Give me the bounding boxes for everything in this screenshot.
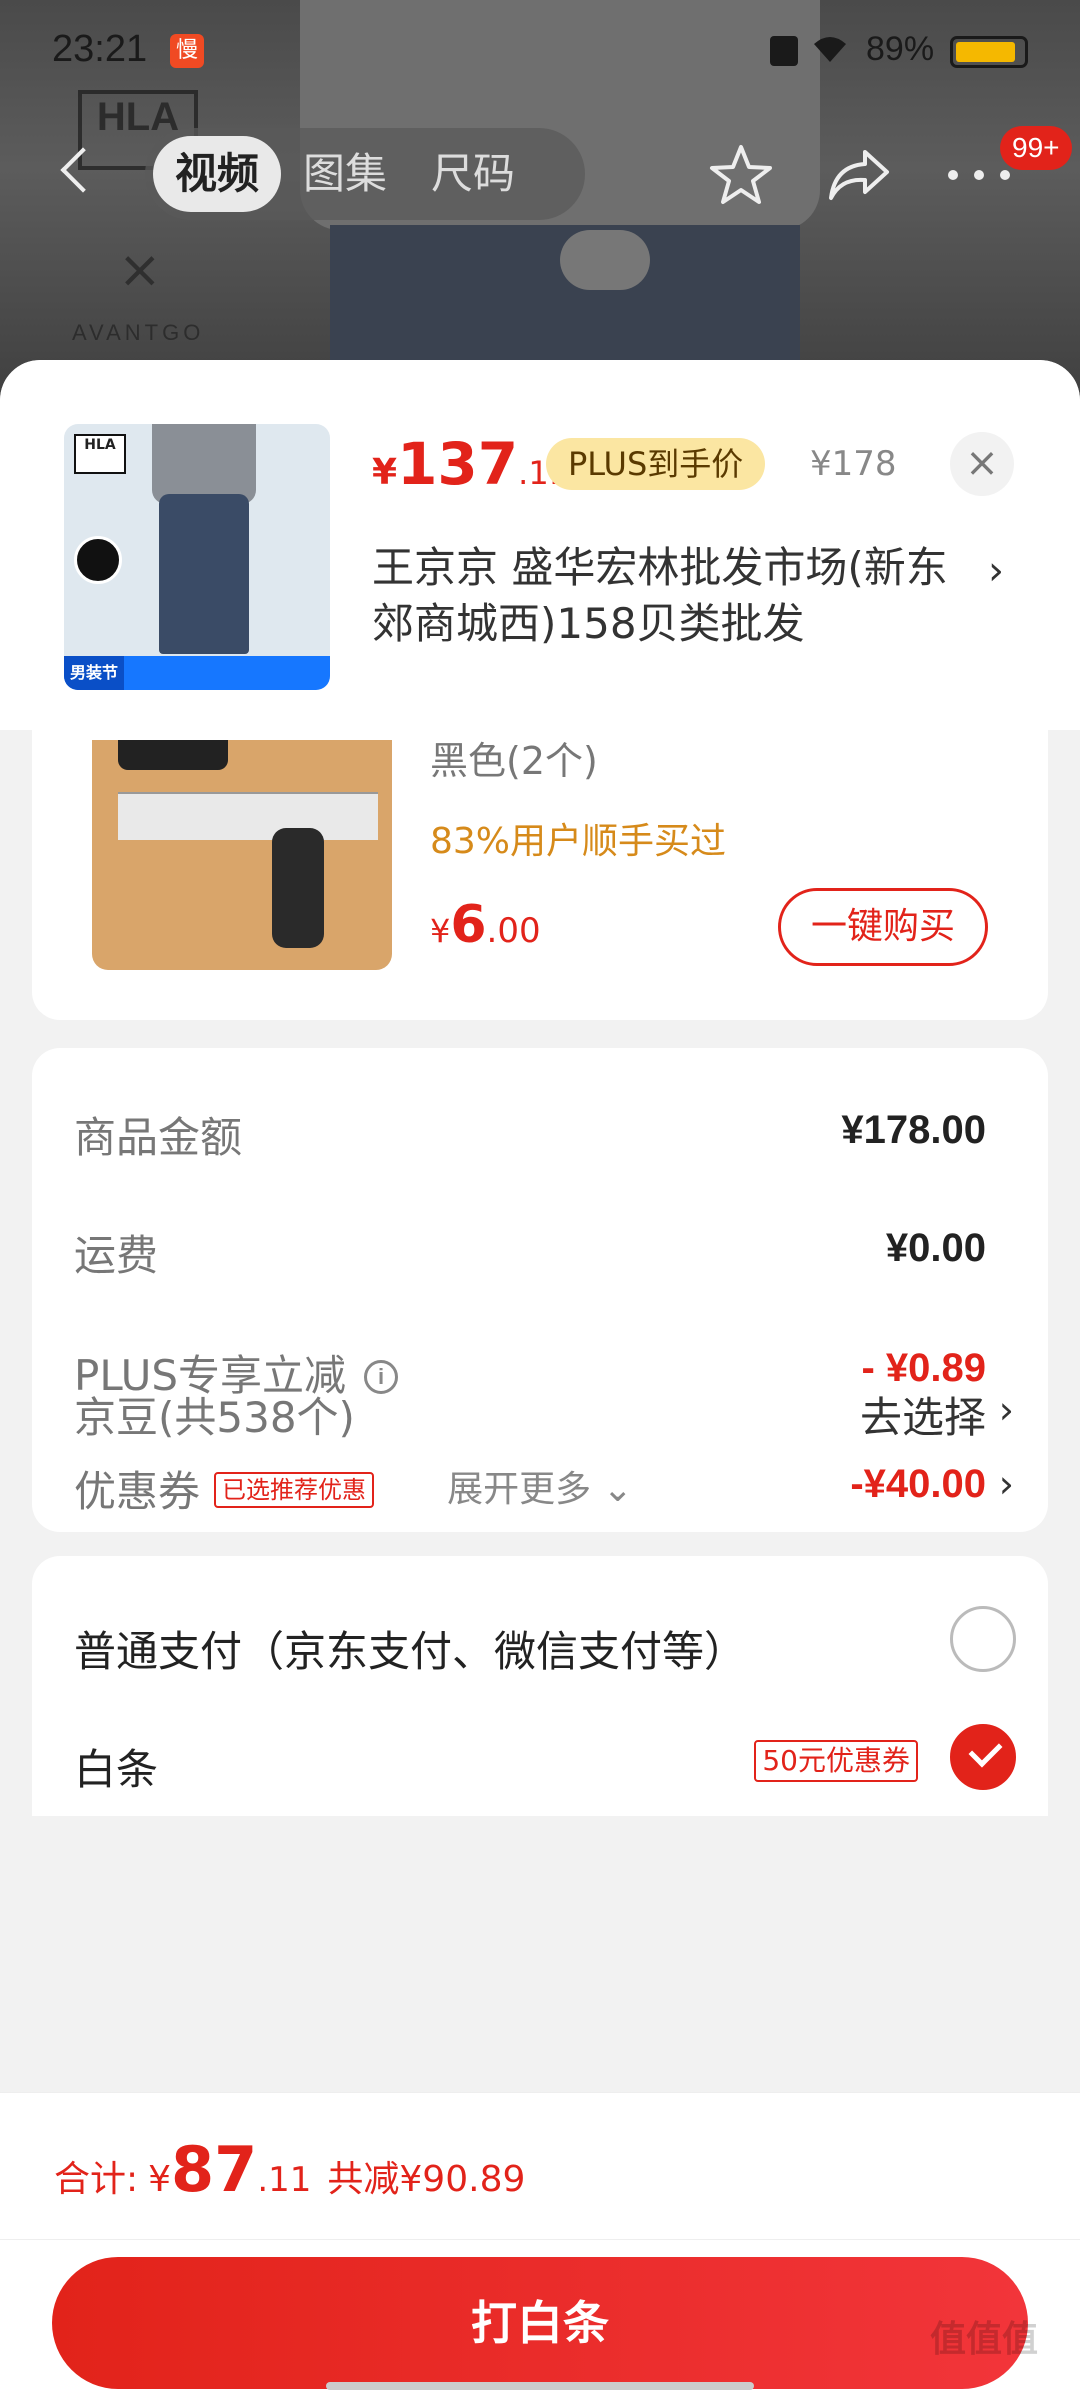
addon-buyers-text: 83%用户顺手买过	[430, 821, 727, 862]
chevron-right-icon[interactable]: ›	[988, 548, 1004, 594]
summary-value: ¥178.00	[841, 1108, 986, 1152]
addon-price-decimal: .00	[486, 911, 541, 951]
payment-radio-unchecked[interactable]	[950, 1606, 1016, 1672]
home-indicator[interactable]	[326, 2382, 754, 2390]
sheet-header: HLA 男装节 ¥137.11 PLUS到手价 ¥178 × 王京京 盛华宏林批…	[0, 360, 1080, 730]
addon-variant: 黑色(2个)	[430, 739, 598, 783]
back-button[interactable]	[55, 140, 95, 200]
status-time: 23:21	[52, 28, 148, 70]
addon-image-ruler	[118, 792, 378, 840]
thumbnail-badge-icon	[74, 536, 122, 584]
addon-price: ¥6.00	[430, 895, 541, 955]
total-saved: 共减¥90.89	[327, 2159, 526, 2200]
watermark: 值值值	[930, 2319, 1039, 2360]
total-label: 合计:	[54, 2159, 139, 2200]
summary-row-shipping: 运费 ¥0.00	[74, 1222, 1014, 1282]
addon-price-symbol: ¥	[430, 912, 451, 950]
total-decimal: .11	[257, 2160, 312, 2200]
addon-image-item	[118, 740, 228, 770]
expand-more-label: 展开更多	[447, 1469, 592, 1510]
summary-row-goods-amount: 商品金额 ¥178.00	[74, 1104, 1014, 1164]
brand-name: AVANTGO	[72, 320, 205, 345]
battery-percent: 89%	[866, 30, 935, 68]
checkout-bottom-bar: 合计: ¥87.11 共减¥90.89 打白条	[0, 2092, 1080, 2400]
baitiao-coupon-tag: 50元优惠券	[754, 1740, 918, 1782]
media-tab-bar: 视频 图集 尺码	[145, 128, 585, 220]
summary-label: 商品金额	[74, 1113, 243, 1162]
payment-radio-checked[interactable]	[950, 1724, 1016, 1790]
order-total: 合计: ¥87.11 共减¥90.89	[54, 2133, 525, 2206]
addon-price-integer: 6	[450, 895, 487, 955]
close-icon[interactable]: ×	[950, 432, 1014, 496]
chevron-down-icon: ⌄	[602, 1469, 633, 1510]
battery-level-fill	[956, 42, 1015, 62]
wifi-icon	[810, 32, 850, 74]
thumbnail-tag: 男装节	[64, 656, 125, 690]
original-price: ¥178	[810, 444, 897, 484]
summary-row-jd-beans[interactable]: 京豆(共538个) 去选择 ›	[74, 1384, 1014, 1444]
sim-icon	[770, 36, 798, 66]
thumbnail-logo: HLA	[74, 434, 126, 474]
chevron-right-icon[interactable]: ›	[999, 1388, 1014, 1432]
payment-method-card: 普通支付（京东支付、微信支付等） 白条 50元优惠券	[32, 1556, 1048, 1816]
one-click-buy-button[interactable]: 一键购买	[778, 888, 988, 966]
jd-beans-select[interactable]: 去选择	[860, 1384, 986, 1445]
divider	[0, 2239, 1080, 2240]
battery-icon	[950, 36, 1028, 68]
collab-x-mark: ×	[118, 240, 162, 300]
tab-size[interactable]: 尺码	[409, 136, 537, 212]
total-symbol: ¥	[148, 2159, 172, 2200]
price-symbol: ¥	[372, 452, 398, 493]
thumbnail-shirt	[152, 424, 256, 504]
summary-label: 京豆(共538个)	[74, 1393, 355, 1442]
payment-option-baitiao[interactable]: 白条 50元优惠券	[74, 1724, 1034, 1804]
status-bar: 23:21 慢 89%	[0, 0, 1080, 100]
photo-hand	[560, 230, 650, 290]
favorite-star-icon[interactable]	[708, 142, 774, 208]
price-integer: 137	[397, 430, 519, 498]
pay-baitiao-button[interactable]: 打白条	[52, 2257, 1028, 2389]
product-thumbnail: HLA 男装节	[64, 424, 330, 690]
tab-gallery[interactable]: 图集	[281, 136, 409, 212]
delivery-address[interactable]: 王京京 盛华宏林批发市场(新东郊商城西)158贝类批发	[372, 540, 982, 652]
tab-video[interactable]: 视频	[153, 136, 282, 212]
thumbnail-jeans	[159, 494, 249, 654]
share-icon[interactable]	[825, 142, 891, 208]
message-count-badge: 99+	[1000, 126, 1072, 170]
total-integer: 87	[171, 2133, 258, 2206]
product-price: ¥137.11	[372, 430, 569, 498]
summary-label: 运费	[74, 1231, 159, 1280]
addon-image-item	[272, 828, 324, 948]
payment-option-label: 白条	[74, 1745, 159, 1794]
expand-more-button[interactable]: 展开更多 ⌄	[32, 1460, 1048, 1512]
app-notification-icon: 慢	[170, 34, 204, 68]
summary-value: ¥0.00	[885, 1226, 986, 1270]
addon-product-image	[92, 740, 392, 970]
payment-option-normal[interactable]: 普通支付（京东支付、微信支付等）	[74, 1606, 1034, 1686]
payment-option-label: 普通支付（京东支付、微信支付等）	[74, 1627, 747, 1676]
plus-price-tag: PLUS到手价	[546, 438, 766, 490]
